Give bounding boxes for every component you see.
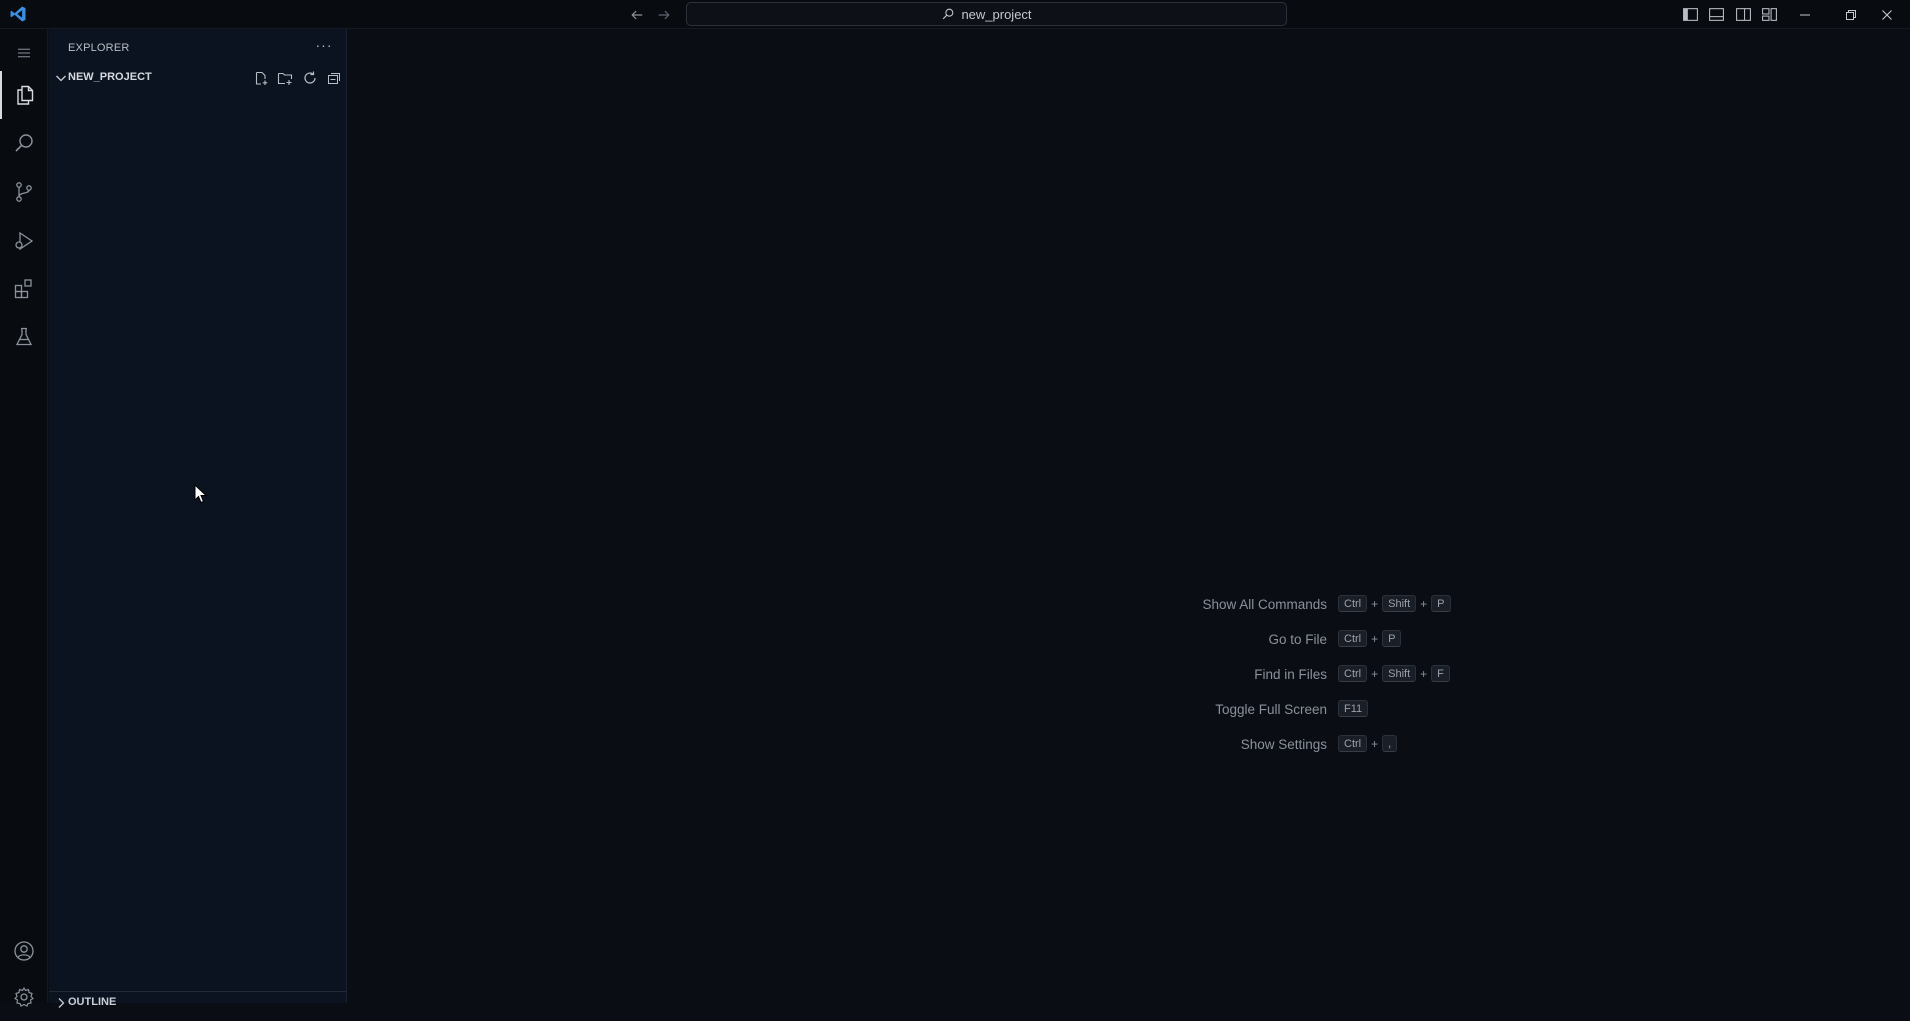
key-separator: + — [1371, 666, 1379, 681]
shortcut-row[interactable]: Go to File Ctrl + P — [1008, 624, 1708, 659]
new-folder-icon[interactable] — [277, 70, 293, 86]
run-debug-icon — [15, 231, 34, 251]
search-icon — [15, 134, 33, 152]
keycap: Ctrl — [1338, 735, 1368, 752]
key-separator: + — [1371, 596, 1379, 611]
new-file-icon[interactable] — [253, 70, 269, 86]
chevron-right-icon — [58, 998, 65, 1008]
minimize-button[interactable] — [1782, 0, 1828, 29]
arrow-right-icon — [658, 10, 670, 20]
folder-header-new-project[interactable]: NEW_PROJECT — [49, 67, 346, 89]
arrow-left-icon — [631, 10, 643, 20]
activity-bar — [0, 29, 48, 1007]
back-button[interactable] — [627, 5, 647, 25]
shortcut-row[interactable]: Find in Files Ctrl + Shift + F — [1008, 659, 1708, 694]
command-center-search[interactable]: new_project — [686, 2, 1287, 26]
layout-customize-icon[interactable] — [1761, 6, 1778, 23]
key-separator: + — [1371, 736, 1379, 751]
keycap: Shift — [1382, 595, 1417, 612]
extensions-icon — [14, 279, 32, 299]
shortcut-label: Find in Files — [1254, 667, 1327, 682]
shortcut-keys: Ctrl + P — [1338, 630, 1402, 647]
shortcut-label: Show Settings — [1240, 737, 1327, 752]
close-icon — [1882, 9, 1892, 20]
refresh-icon[interactable] — [302, 70, 318, 86]
key-separator: + — [1420, 666, 1428, 681]
keycap: Shift — [1382, 665, 1417, 682]
keycap: F — [1431, 665, 1450, 682]
activity-source-control[interactable] — [0, 168, 48, 216]
shortcut-label: Show All Commands — [1202, 597, 1327, 612]
layout-sidebar-right-icon[interactable] — [1735, 6, 1752, 23]
editor-watermark-shortcuts: Show All Commands Ctrl + Shift + P Go to… — [1008, 589, 1708, 764]
chevron-down-icon — [56, 75, 66, 82]
keycap: Ctrl — [1338, 630, 1368, 647]
layout-sidebar-left-icon[interactable] — [1682, 6, 1699, 23]
beaker-icon — [15, 327, 33, 346]
activity-manage[interactable] — [0, 973, 48, 1021]
explorer-sidebar: EXPLORER ··· NEW_PROJECT OUTLINE — [49, 29, 347, 1008]
keycap: , — [1382, 735, 1398, 752]
keycap: F11 — [1338, 700, 1369, 717]
restore-icon — [1846, 9, 1856, 20]
minimize-icon — [1800, 14, 1810, 15]
outline-section-header[interactable]: OUTLINE — [49, 991, 346, 1013]
command-center-text: new_project — [961, 6, 1032, 22]
activity-extensions[interactable] — [0, 265, 48, 313]
gear-icon — [14, 986, 34, 1007]
close-window-button[interactable] — [1864, 0, 1910, 29]
sidebar-title: EXPLORER — [68, 42, 130, 54]
keycap: Ctrl — [1338, 595, 1368, 612]
shortcut-keys: Ctrl + Shift + P — [1338, 595, 1451, 612]
mouse-pointer-icon — [194, 484, 208, 504]
forward-button[interactable] — [654, 5, 674, 25]
shortcut-row[interactable]: Toggle Full Screen F11 — [1008, 694, 1708, 729]
layout-panel-icon[interactable] — [1708, 6, 1725, 23]
keycap: P — [1382, 630, 1402, 647]
shortcut-keys: F11 — [1338, 700, 1369, 717]
outline-label: OUTLINE — [68, 996, 117, 1008]
shortcut-keys: Ctrl + , — [1338, 735, 1398, 752]
search-icon — [943, 8, 954, 20]
source-control-icon — [16, 182, 32, 202]
hamburger-menu-icon — [18, 48, 30, 58]
collapse-all-icon[interactable] — [326, 70, 342, 86]
folder-name: NEW_PROJECT — [68, 71, 152, 83]
activity-accounts[interactable] — [0, 927, 48, 975]
activity-explorer[interactable] — [0, 71, 48, 119]
activity-testing[interactable] — [0, 313, 48, 361]
activity-search[interactable] — [0, 119, 48, 167]
editor-area[interactable]: Show All Commands Ctrl + Shift + P Go to… — [348, 29, 1910, 1003]
activity-run-debug[interactable] — [0, 217, 48, 265]
key-separator: + — [1371, 631, 1379, 646]
files-icon — [17, 85, 34, 105]
more-actions-button[interactable]: ··· — [313, 38, 335, 56]
shortcut-label: Go to File — [1268, 632, 1327, 647]
shortcut-row[interactable]: Show Settings Ctrl + , — [1008, 729, 1708, 764]
keycap: P — [1431, 595, 1451, 612]
keycap: Ctrl — [1338, 665, 1368, 682]
title-bar: new_project — [0, 0, 1910, 29]
shortcut-keys: Ctrl + Shift + F — [1338, 665, 1450, 682]
menu-button[interactable] — [0, 31, 48, 75]
shortcut-row[interactable]: Show All Commands Ctrl + Shift + P — [1008, 589, 1708, 624]
shortcut-label: Toggle Full Screen — [1215, 702, 1327, 717]
key-separator: + — [1420, 596, 1428, 611]
vscode-logo-icon — [10, 6, 26, 22]
account-icon — [14, 941, 34, 961]
